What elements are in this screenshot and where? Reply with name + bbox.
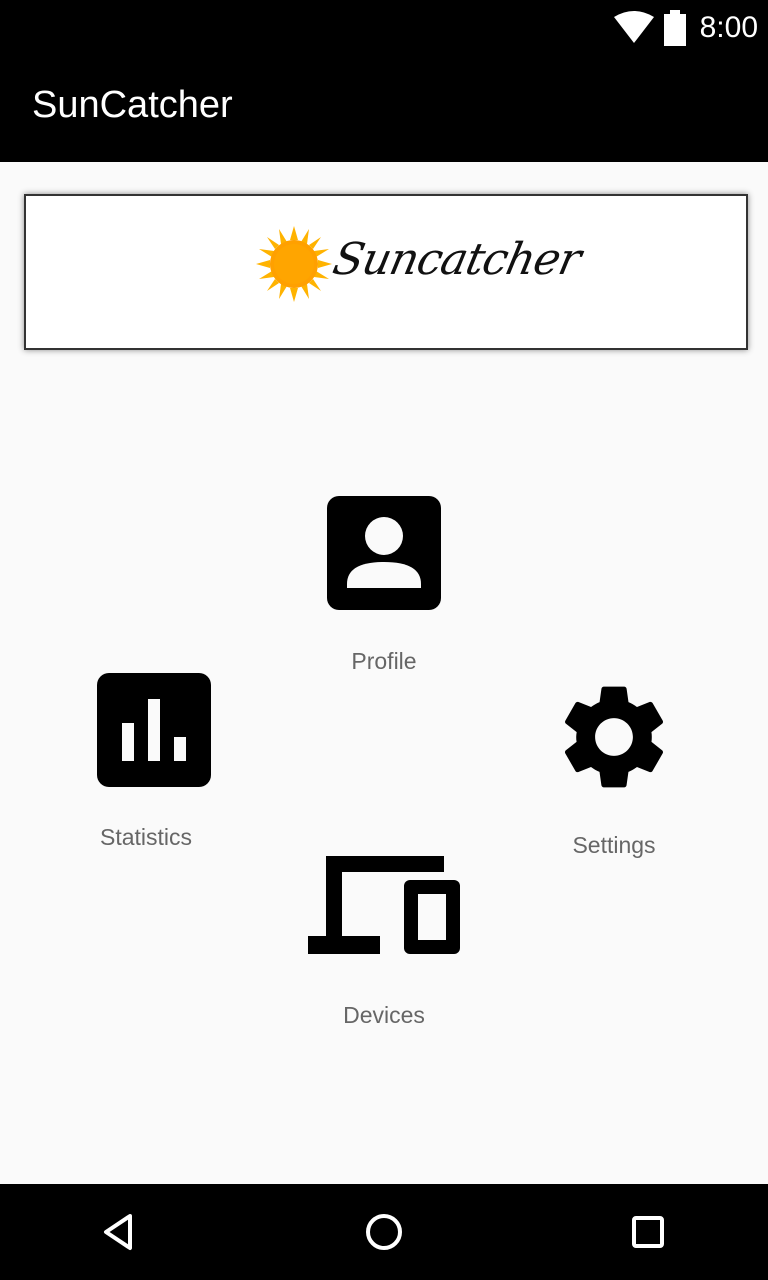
devices-button[interactable]: Devices — [284, 850, 484, 1040]
logo-banner: Suncatcher — [24, 194, 748, 350]
status-bar: 8:00 — [0, 0, 768, 56]
sun-icon — [256, 226, 332, 302]
profile-label: Profile — [351, 648, 417, 674]
bar-chart-icon — [97, 673, 211, 787]
home-icon[interactable] — [360, 1208, 408, 1256]
devices-label: Devices — [343, 1002, 425, 1028]
app-bar: SunCatcher — [0, 56, 768, 162]
navigation-bar — [0, 1184, 768, 1280]
wifi-icon — [613, 11, 654, 43]
account-box-icon — [327, 496, 441, 610]
devices-icon — [308, 856, 460, 954]
profile-button[interactable]: Profile — [284, 490, 484, 680]
statistics-label: Statistics — [99, 824, 193, 850]
battery-icon — [663, 10, 686, 46]
back-icon[interactable] — [96, 1208, 144, 1256]
app-title: SunCatcher — [32, 84, 233, 126]
statistics-button[interactable]: Statistics — [54, 668, 254, 858]
gear-icon — [564, 686, 664, 788]
recents-icon[interactable] — [624, 1208, 672, 1256]
settings-label: Settings — [572, 832, 656, 858]
settings-button[interactable]: Settings — [514, 672, 714, 862]
status-icons: 8:00 — [613, 0, 758, 56]
status-time: 8:00 — [699, 11, 758, 44]
logo-text: Suncatcher — [328, 234, 585, 285]
